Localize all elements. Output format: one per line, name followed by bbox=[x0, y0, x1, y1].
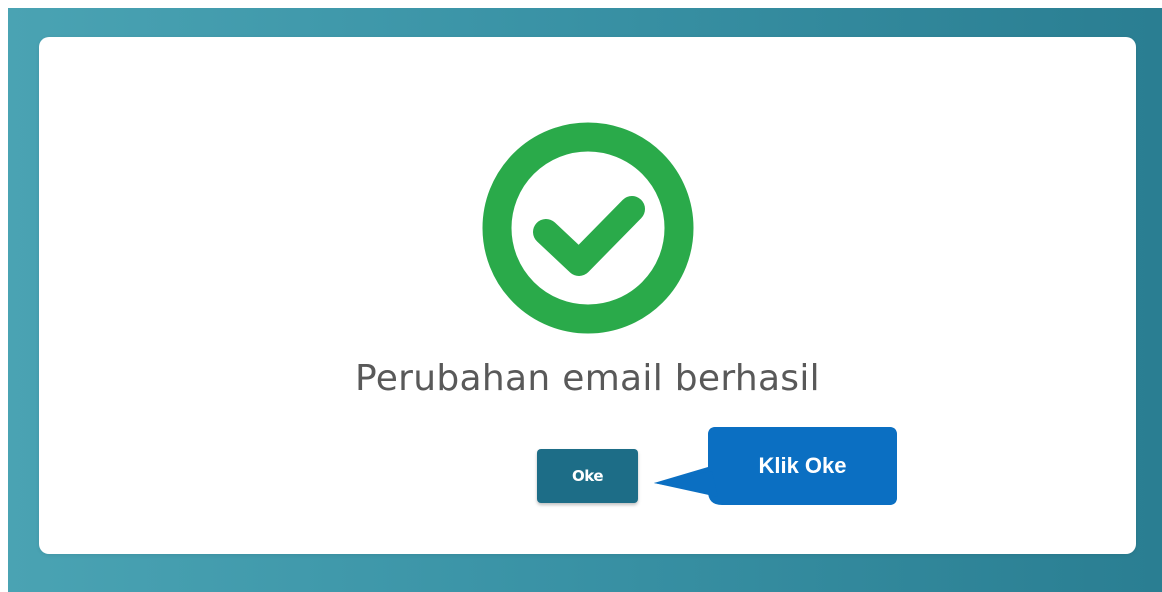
oke-button[interactable]: Oke bbox=[537, 449, 638, 503]
success-dialog: Perubahan email berhasil Oke Klik Oke bbox=[39, 37, 1136, 554]
success-message: Perubahan email berhasil bbox=[355, 358, 820, 399]
modal-backdrop: Perubahan email berhasil Oke Klik Oke bbox=[8, 8, 1162, 592]
check-circle-icon bbox=[482, 122, 694, 334]
callout-label: Klik Oke bbox=[758, 453, 847, 478]
instruction-callout: Klik Oke bbox=[654, 427, 897, 517]
